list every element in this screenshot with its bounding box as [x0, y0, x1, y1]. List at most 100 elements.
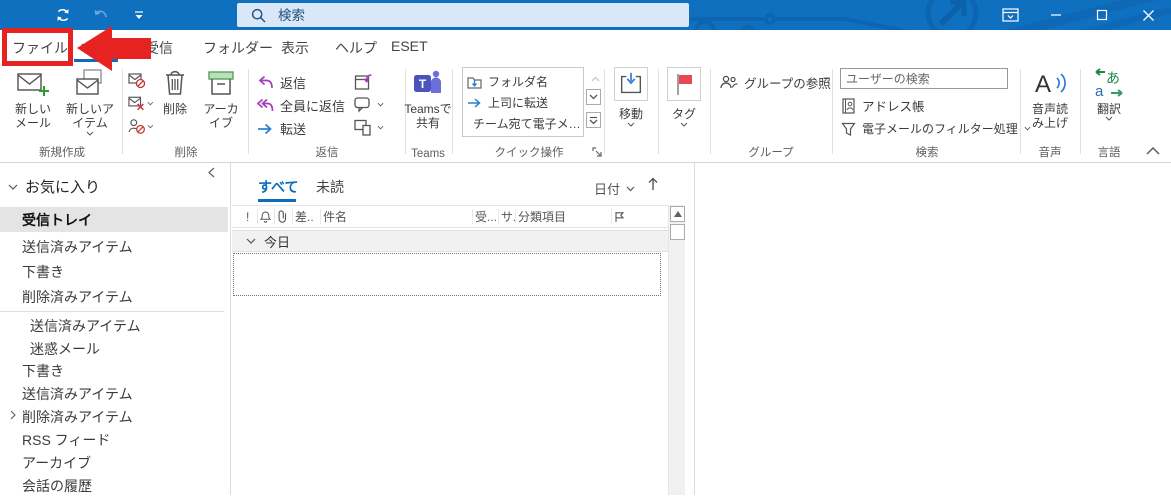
sidebar-item-drafts[interactable]: 下書き	[0, 259, 228, 284]
column-subject[interactable]: 件名	[321, 209, 473, 224]
favorites-header[interactable]: お気に入り	[8, 176, 100, 197]
ribbon-group-quick-steps: フォルダ名 上司に転送 チーム宛て電子メ… クイック操作	[456, 65, 602, 163]
chevron-down-icon	[1105, 117, 1113, 122]
annotation-box-file-tab	[2, 28, 73, 66]
svg-text:T: T	[419, 77, 427, 91]
address-book-button[interactable]: アドレス帳	[841, 96, 925, 115]
meeting-button[interactable]	[354, 73, 373, 91]
collapse-folder-pane-icon[interactable]	[208, 167, 215, 178]
move-icon	[620, 72, 642, 94]
scrollbar-up-button[interactable]	[670, 206, 685, 222]
tags-button[interactable]	[667, 67, 701, 101]
column-attachment[interactable]	[275, 209, 293, 224]
group-header-today[interactable]: 今日	[232, 230, 668, 252]
sidebar-item-rss[interactable]: RSS フィード	[0, 427, 228, 452]
message-list-scrollbar[interactable]	[668, 205, 685, 495]
all-tab-underline	[258, 199, 296, 202]
sidebar-item-conversation-history[interactable]: 会話の履歴	[0, 473, 228, 498]
folder-move-icon	[467, 76, 482, 89]
tab-help[interactable]: ヘルプ	[335, 38, 377, 58]
tab-send-receive[interactable]: 送受信	[131, 38, 173, 58]
sidebar-item-inbox[interactable]: 受信トレイ	[0, 207, 228, 232]
column-from[interactable]: 差..	[293, 209, 321, 224]
ribbon-group-respond: 返信 全員に返信 転送 返信	[252, 65, 402, 163]
search-people-input[interactable]	[840, 68, 1008, 89]
customize-quick-access-icon[interactable]	[128, 3, 150, 27]
sort-by-date-button[interactable]: 日付	[594, 179, 635, 198]
folder-pane-divider[interactable]	[230, 163, 231, 495]
group-label-find: 検索	[915, 147, 939, 159]
archive-button[interactable]: アーカイブ	[198, 68, 244, 131]
share-to-teams-button[interactable]: T Teamsで共有	[401, 68, 455, 131]
send-receive-icon[interactable]	[52, 3, 74, 27]
browse-groups-button[interactable]: グループの参照	[720, 73, 831, 92]
junk-sender-icon	[128, 118, 145, 134]
junk-button[interactable]	[128, 116, 154, 136]
sidebar-item-deleted[interactable]: 削除済みアイテム	[0, 284, 228, 309]
sidebar-item-sent-2[interactable]: 送信済みアイテム	[0, 313, 228, 338]
tags-label: タグ	[671, 107, 696, 121]
column-flag[interactable]	[612, 209, 652, 224]
im-button[interactable]	[354, 96, 384, 113]
empty-selection-focus-rect[interactable]	[233, 253, 661, 296]
quick-steps-dialog-launcher-icon[interactable]	[592, 147, 602, 157]
column-received[interactable]: 受...	[473, 209, 499, 224]
reply-button[interactable]: 返信	[256, 73, 306, 92]
tab-eset[interactable]: ESET	[391, 38, 428, 54]
home-tab-selected-underline	[74, 59, 118, 62]
column-importance[interactable]: !	[244, 209, 258, 224]
quick-step-team-email[interactable]: チーム宛て電子メ…	[467, 113, 579, 134]
scrollbar-thumb[interactable]	[670, 224, 685, 240]
new-items-button[interactable]: 新しいアイテム	[62, 68, 118, 136]
read-aloud-button[interactable]: A 音声読み上げ	[1024, 68, 1076, 131]
archive-icon	[208, 71, 234, 95]
email-filter-button[interactable]: 電子メールのフィルター処理	[841, 120, 1031, 137]
column-size[interactable]: サ.	[499, 209, 516, 224]
sidebar-item-archive[interactable]: アーカイブ	[0, 450, 228, 475]
column-reminder[interactable]	[258, 209, 275, 224]
delete-button[interactable]: 削除	[154, 68, 196, 116]
maximize-button[interactable]	[1079, 0, 1125, 30]
collapse-ribbon-icon[interactable]	[1146, 146, 1160, 155]
more-respond-button[interactable]	[354, 119, 384, 136]
reply-all-button[interactable]: 全員に返信	[256, 96, 345, 115]
quick-steps-scroll-down[interactable]	[586, 89, 601, 105]
quick-step-forward-boss[interactable]: 上司に転送	[467, 92, 579, 113]
svg-text:A: A	[1035, 71, 1051, 98]
tab-all-mail[interactable]: すべて	[258, 177, 298, 197]
new-mail-icon	[17, 73, 49, 96]
new-mail-button[interactable]: 新しいメール	[6, 68, 60, 131]
sidebar-item-sent-3[interactable]: 送信済みアイテム	[0, 381, 228, 406]
chevron-down-icon	[680, 122, 688, 127]
column-categories[interactable]: 分類項目	[516, 209, 612, 224]
tab-unread-mail[interactable]: 未読	[316, 177, 344, 197]
new-items-icon	[76, 69, 102, 95]
undo-icon[interactable]	[90, 3, 112, 27]
search-input[interactable]	[278, 7, 638, 23]
tab-view[interactable]: 表示	[281, 38, 309, 58]
quick-steps-more[interactable]	[586, 112, 601, 128]
sidebar-item-sent[interactable]: 送信済みアイテム	[0, 234, 228, 259]
translate-button[interactable]: あ a 翻訳	[1085, 68, 1133, 122]
ribbon-group-find: アドレス帳 電子メールのフィルター処理 検索	[836, 65, 1031, 163]
cleanup-button[interactable]	[128, 93, 154, 113]
quick-step-folder[interactable]: フォルダ名	[467, 71, 579, 92]
sidebar-item-drafts-2[interactable]: 下書き	[0, 358, 228, 383]
translate-icon: あ a	[1095, 68, 1123, 98]
search-box[interactable]	[237, 3, 689, 27]
tab-home[interactable]: ホーム	[80, 38, 122, 58]
ribbon-group-speech: A 音声読み上げ 音声	[1022, 65, 1078, 163]
forward-button[interactable]: 転送	[256, 119, 306, 138]
ignore-button[interactable]	[128, 70, 154, 90]
sort-ascending-icon[interactable]	[646, 176, 660, 192]
move-label: 移動	[618, 107, 643, 121]
close-button[interactable]	[1125, 0, 1171, 30]
chevron-down-icon	[627, 122, 635, 127]
tab-folder[interactable]: フォルダー	[203, 38, 273, 58]
quick-steps-scroll-up[interactable]	[588, 69, 602, 83]
sidebar-item-deleted-2[interactable]: 削除済みアイテム	[0, 404, 228, 429]
minimize-button[interactable]	[1033, 0, 1079, 30]
ignore-icon	[128, 72, 146, 88]
ribbon-display-options-button[interactable]	[987, 0, 1033, 30]
move-button[interactable]	[614, 67, 648, 101]
